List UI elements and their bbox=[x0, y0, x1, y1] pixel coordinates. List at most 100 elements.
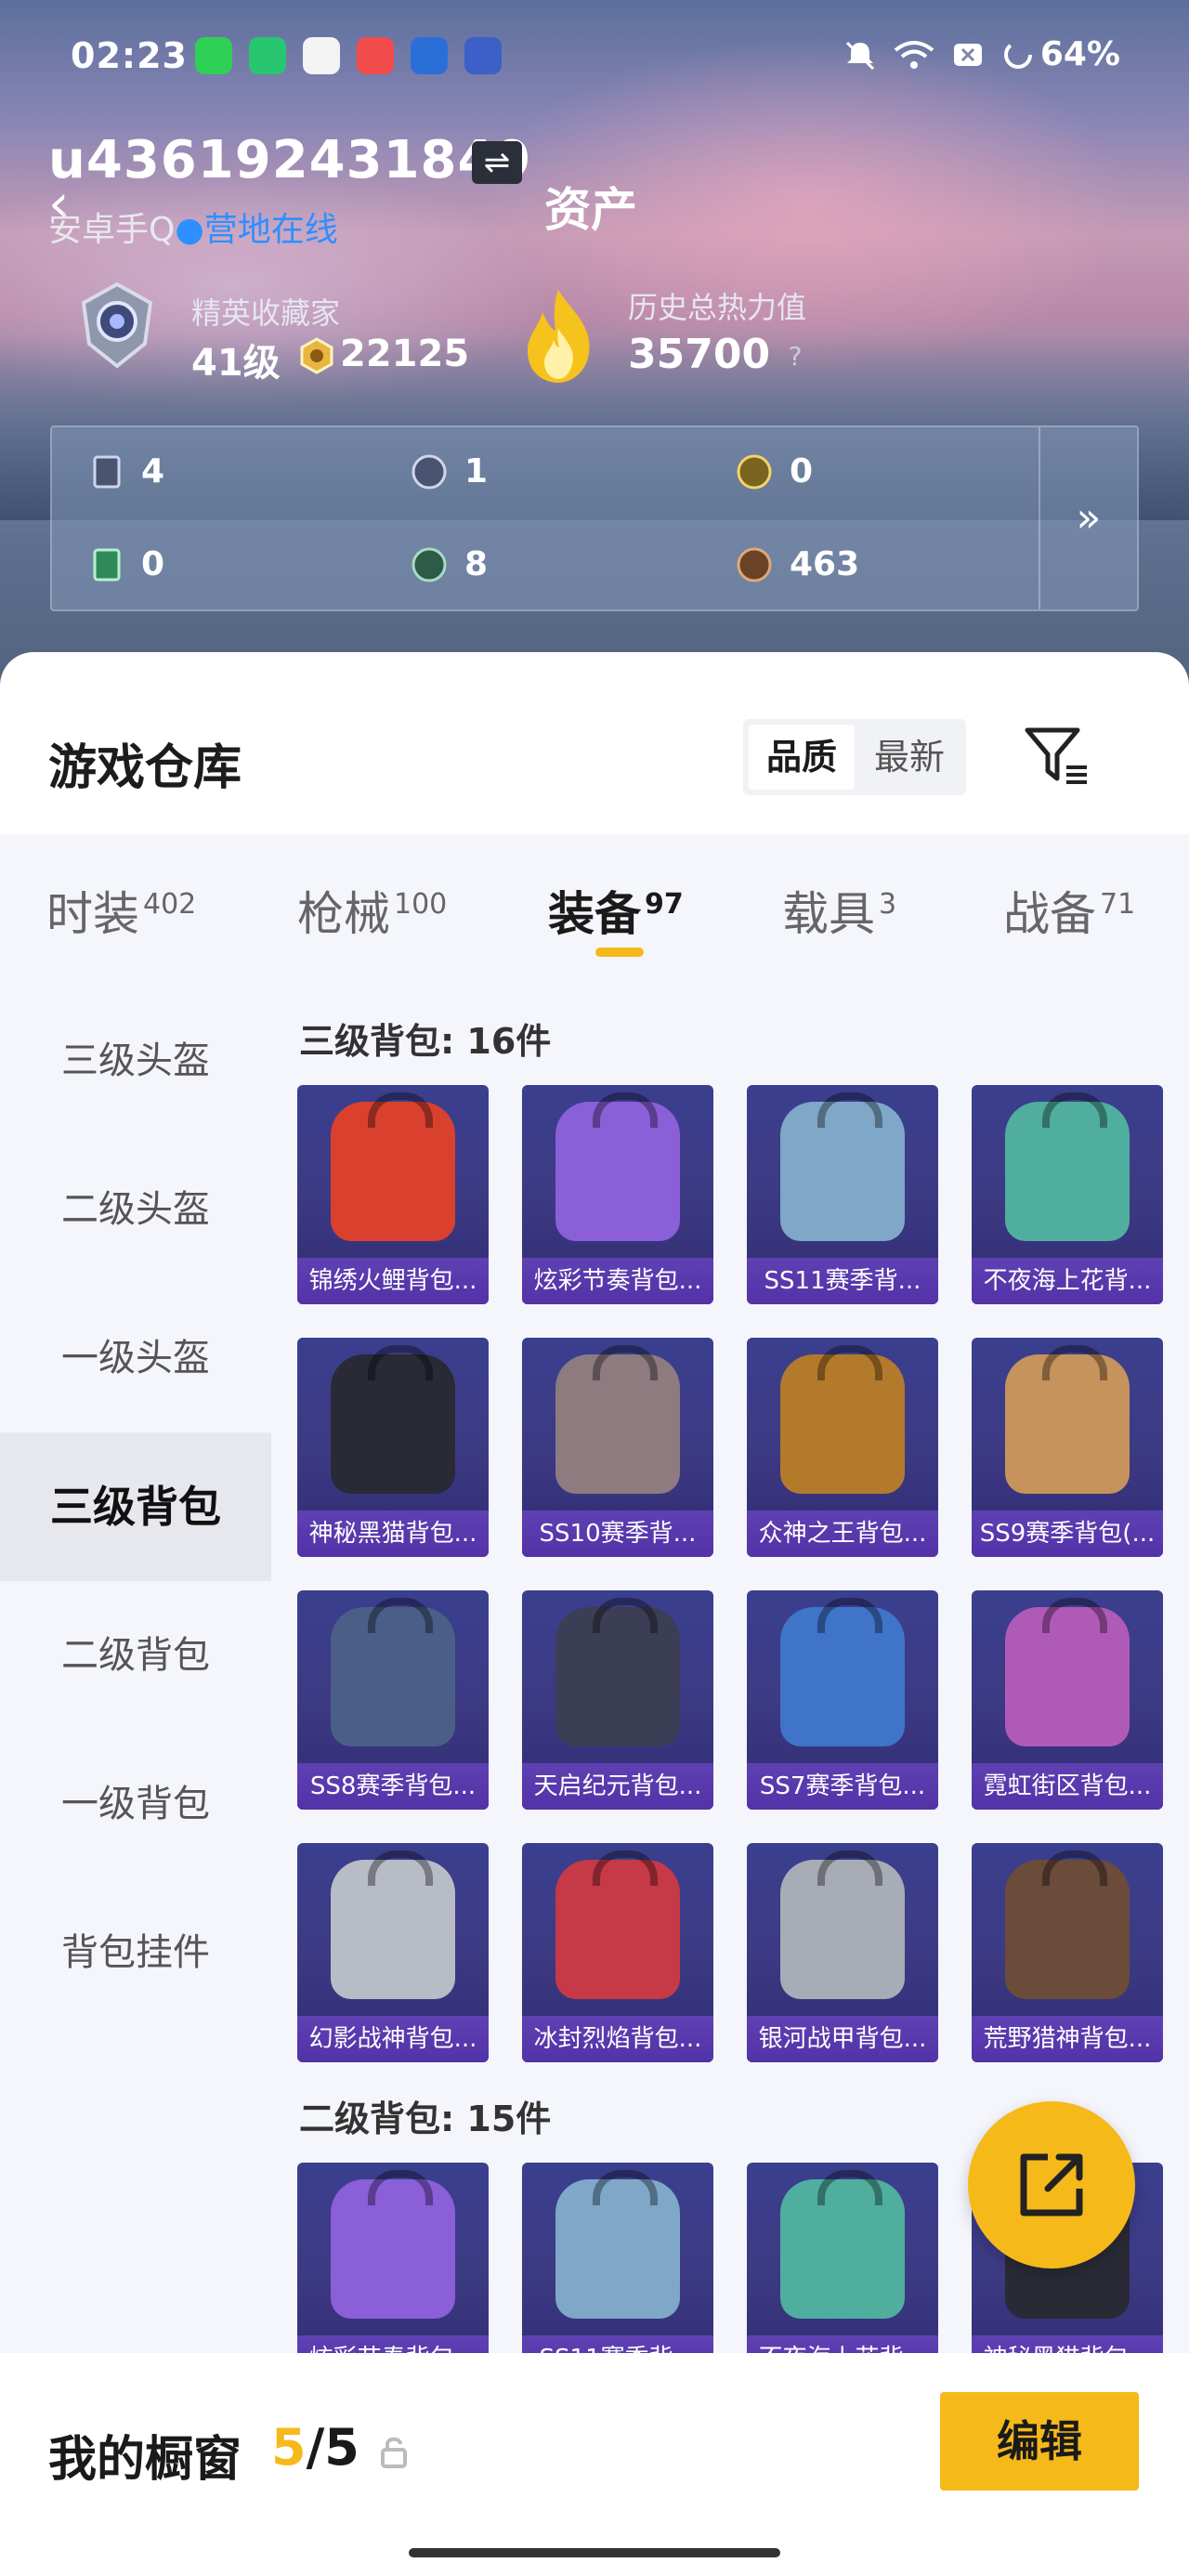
item-card[interactable]: 众神之王背包... bbox=[747, 1338, 938, 1557]
asset-stats-panel: 4 1 0 0 8 463 » bbox=[50, 425, 1139, 611]
item-card[interactable]: 神秘黑猫背包... bbox=[297, 1338, 489, 1557]
tab-label: 时装 bbox=[46, 887, 139, 941]
item-card[interactable]: SS10赛季背... bbox=[522, 1338, 713, 1557]
backpack-image bbox=[780, 2170, 905, 2319]
wifi-icon bbox=[894, 41, 934, 69]
online-dot-icon: ● bbox=[175, 211, 204, 249]
sidebar-item-helmet-2[interactable]: 二级头盔 bbox=[0, 1135, 271, 1284]
sidebar-item-backpack-1[interactable]: 一级背包 bbox=[0, 1730, 271, 1878]
sidebar-item-helmet-1[interactable]: 一级头盔 bbox=[0, 1284, 271, 1432]
filter-icon[interactable] bbox=[1022, 723, 1092, 788]
item-name: SS8赛季背包... bbox=[297, 1763, 489, 1810]
backpack-image bbox=[555, 1598, 680, 1746]
flame-icon bbox=[528, 290, 590, 383]
sidebar-item-backpack-pendant[interactable]: 背包挂件 bbox=[0, 1878, 271, 2027]
home-indicator[interactable] bbox=[409, 2548, 780, 2557]
item-card[interactable]: 荒野猎神背包... bbox=[972, 1843, 1163, 2062]
backpack-image bbox=[331, 1092, 455, 1241]
notification-app-icon bbox=[411, 37, 448, 74]
item-name: 荒野猎神背包... bbox=[972, 2016, 1163, 2062]
sidebar-item-backpack-3[interactable]: 三级背包 bbox=[0, 1432, 271, 1581]
silver-coin-icon bbox=[412, 454, 447, 490]
heat-label: 历史总热力值 bbox=[628, 290, 807, 325]
online-status: 营地在线 bbox=[203, 211, 338, 249]
section-header: 三级背包: 16件 bbox=[299, 1021, 552, 1062]
sidebar-item-helmet-3[interactable]: 三级头盔 bbox=[0, 987, 271, 1135]
item-card[interactable]: 不夜海上花背... bbox=[972, 1085, 1163, 1304]
stat-value: 4 bbox=[141, 452, 165, 490]
active-tab-indicator bbox=[595, 948, 644, 957]
tab-equipment[interactable]: 装备 97 bbox=[548, 877, 684, 944]
item-name: 炫彩节奏背包... bbox=[522, 1258, 713, 1304]
platform-label: 安卓手Q bbox=[48, 211, 176, 249]
item-card[interactable]: 炫彩节奏背包... bbox=[297, 2163, 489, 2382]
help-icon[interactable]: ? bbox=[778, 340, 812, 373]
edit-button[interactable]: 编辑 bbox=[940, 2392, 1139, 2491]
subcategory-sidebar: 三级头盔 二级头盔 一级头盔 三级背包 二级背包 一级背包 背包挂件 bbox=[0, 987, 271, 2576]
tab-count: 3 bbox=[879, 888, 897, 921]
item-card[interactable]: SS9赛季背包(... bbox=[972, 1338, 1163, 1557]
item-name: 众神之王背包... bbox=[747, 1510, 938, 1557]
item-name: 银河战甲背包... bbox=[747, 2016, 938, 2062]
warehouse-title: 游戏仓库 bbox=[48, 740, 242, 796]
backpack-image bbox=[331, 1850, 455, 1999]
page-title: 资产 bbox=[544, 183, 637, 237]
item-name: 锦绣火鲤背包... bbox=[297, 1258, 489, 1304]
backpack-image bbox=[1005, 1850, 1130, 1999]
stat-value: 0 bbox=[790, 452, 814, 490]
item-card[interactable]: 天启纪元背包... bbox=[522, 1590, 713, 1810]
item-card[interactable]: 锦绣火鲤背包... bbox=[297, 1085, 489, 1304]
mute-icon bbox=[845, 41, 875, 71]
share-button[interactable] bbox=[968, 2101, 1135, 2269]
status-time: 02:23 bbox=[71, 35, 188, 76]
green-coin-icon bbox=[412, 547, 447, 582]
item-card[interactable]: SS11赛季背... bbox=[522, 2163, 713, 2382]
item-name: 幻影战神背包... bbox=[297, 2016, 489, 2062]
item-card[interactable]: SS7赛季背包... bbox=[747, 1590, 938, 1810]
item-name: SS9赛季背包(... bbox=[972, 1510, 1163, 1557]
collector-label: 精英收藏家 bbox=[191, 295, 341, 331]
item-card[interactable]: SS8赛季背包... bbox=[297, 1590, 489, 1810]
lock-icon bbox=[381, 2437, 407, 2468]
showcase-count: 5/5 bbox=[271, 2418, 359, 2477]
showcase-total: /5 bbox=[306, 2418, 359, 2477]
tab-guns[interactable]: 枪械 100 bbox=[297, 877, 447, 944]
tab-label: 载具 bbox=[782, 887, 875, 941]
sim-icon bbox=[954, 44, 982, 66]
item-name: 霓虹街区背包... bbox=[972, 1763, 1163, 1810]
tab-label: 装备 bbox=[548, 887, 641, 941]
expand-stats-icon[interactable]: » bbox=[1039, 427, 1137, 609]
backpack-image bbox=[1005, 1092, 1130, 1241]
card-icon bbox=[93, 455, 121, 489]
sort-quality-button[interactable]: 品质 bbox=[749, 725, 855, 790]
item-name: SS11赛季背... bbox=[747, 1258, 938, 1304]
sidebar-item-backpack-2[interactable]: 二级背包 bbox=[0, 1581, 271, 1730]
item-card[interactable]: 银河战甲背包... bbox=[747, 1843, 938, 2062]
tab-vehicles[interactable]: 载具 3 bbox=[782, 877, 896, 944]
tab-fashion[interactable]: 时装 402 bbox=[46, 877, 196, 944]
notification-app-icon bbox=[195, 37, 232, 74]
tab-count: 97 bbox=[645, 888, 684, 921]
bronze-coin-icon bbox=[737, 547, 772, 582]
item-name: 神秘黑猫背包... bbox=[297, 1510, 489, 1557]
item-card[interactable]: 霓虹街区背包... bbox=[972, 1590, 1163, 1810]
tab-gear[interactable]: 战备 71 bbox=[1003, 877, 1135, 944]
switch-account-button[interactable]: ⇌ bbox=[472, 141, 522, 184]
tab-label: 枪械 bbox=[297, 887, 390, 941]
item-grid: 三级背包: 16件 锦绣火鲤背包... 炫彩节奏背包... SS11赛季背...… bbox=[271, 987, 1189, 2576]
item-card[interactable]: 冰封烈焰背包... bbox=[522, 1843, 713, 2062]
item-card[interactable]: 幻影战神背包... bbox=[297, 1843, 489, 2062]
category-tabs: 时装 402 枪械 100 装备 97 载具 3 战备 71 bbox=[0, 834, 1189, 987]
collector-level: 41级 bbox=[191, 342, 281, 385]
item-card[interactable]: 炫彩节奏背包... bbox=[522, 1085, 713, 1304]
warehouse-panel: 游戏仓库 品质 最新 时装 402 枪械 100 装备 97 载具 3 战备 71 三级头… bbox=[0, 652, 1189, 2576]
notification-app-icon bbox=[464, 37, 502, 74]
item-card[interactable]: 不夜海上花背... bbox=[747, 2163, 938, 2382]
showcase-label: 我的橱窗 bbox=[48, 2432, 242, 2488]
battery-icon bbox=[1004, 41, 1032, 69]
collector-badge-icon bbox=[81, 281, 153, 369]
sort-latest-button[interactable]: 最新 bbox=[856, 725, 962, 790]
item-card[interactable]: SS11赛季背... bbox=[747, 1085, 938, 1304]
item-name: SS10赛季背... bbox=[522, 1510, 713, 1557]
backpack-image bbox=[1005, 1345, 1130, 1494]
